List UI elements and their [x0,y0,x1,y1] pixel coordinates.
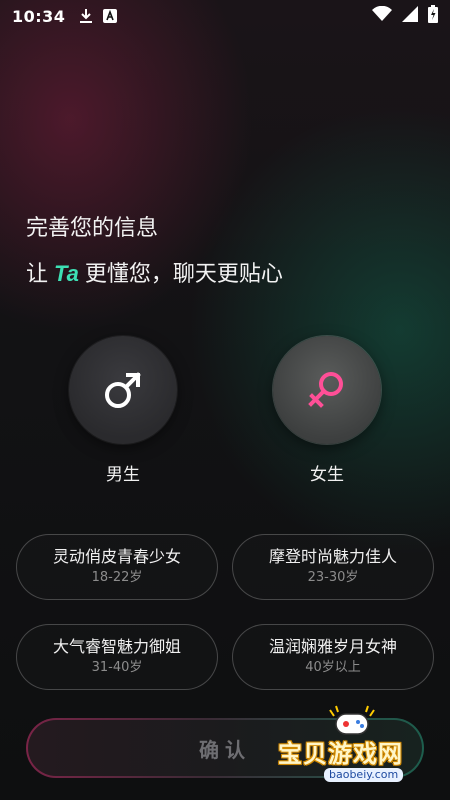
page-subtitle: 让 Ta 更懂您，聊天更贴心 [26,256,283,288]
age-option-31-40[interactable]: 大气睿智魅力御姐 31-40岁 [16,624,218,690]
battery-charging-icon [428,5,438,27]
status-time: 10:34 [12,6,66,26]
male-label: 男生 [106,465,140,485]
age-option-title: 大气睿智魅力御姐 [52,637,181,656]
wifi-icon [372,5,392,26]
watermark-text: 宝贝游戏网 [278,740,403,768]
age-option-40-plus[interactable]: 温润娴雅岁月女神 40岁以上 [232,624,434,690]
age-option-range: 31-40岁 [91,660,143,675]
subtitle-prefix: 让 [26,262,49,287]
female-label: 女生 [310,465,344,485]
subtitle-suffix: 更懂您，聊天更贴心 [84,262,283,287]
download-icon [79,8,93,24]
status-bar: 10:34 [0,0,450,32]
age-option-title: 温润娴雅岁月女神 [268,637,397,656]
female-symbol-icon [308,372,343,408]
font-a-icon [103,9,118,23]
female-option-button[interactable] [273,336,381,444]
age-option-18-22[interactable]: 灵动俏皮青春少女 18-22岁 [16,534,218,600]
age-option-title: 摩登时尚魅力佳人 [268,547,397,566]
signal-icon [402,6,418,26]
watermark-url: baobeiy.com [324,768,404,782]
age-option-range: 40岁以上 [305,660,361,675]
male-option-button[interactable] [69,336,177,444]
subtitle-highlight: Ta [54,261,79,286]
page-title: 完善您的信息 [26,216,159,241]
age-option-range: 23-30岁 [307,570,359,585]
gamepad-mascot-icon [329,705,375,735]
age-option-23-30[interactable]: 摩登时尚魅力佳人 23-30岁 [232,534,434,600]
age-option-range: 18-22岁 [91,570,143,585]
male-symbol-icon [105,372,141,408]
watermark-logo: 宝贝游戏网 baobeiy.com [276,700,450,800]
age-option-title: 灵动俏皮青春少女 [52,547,181,566]
